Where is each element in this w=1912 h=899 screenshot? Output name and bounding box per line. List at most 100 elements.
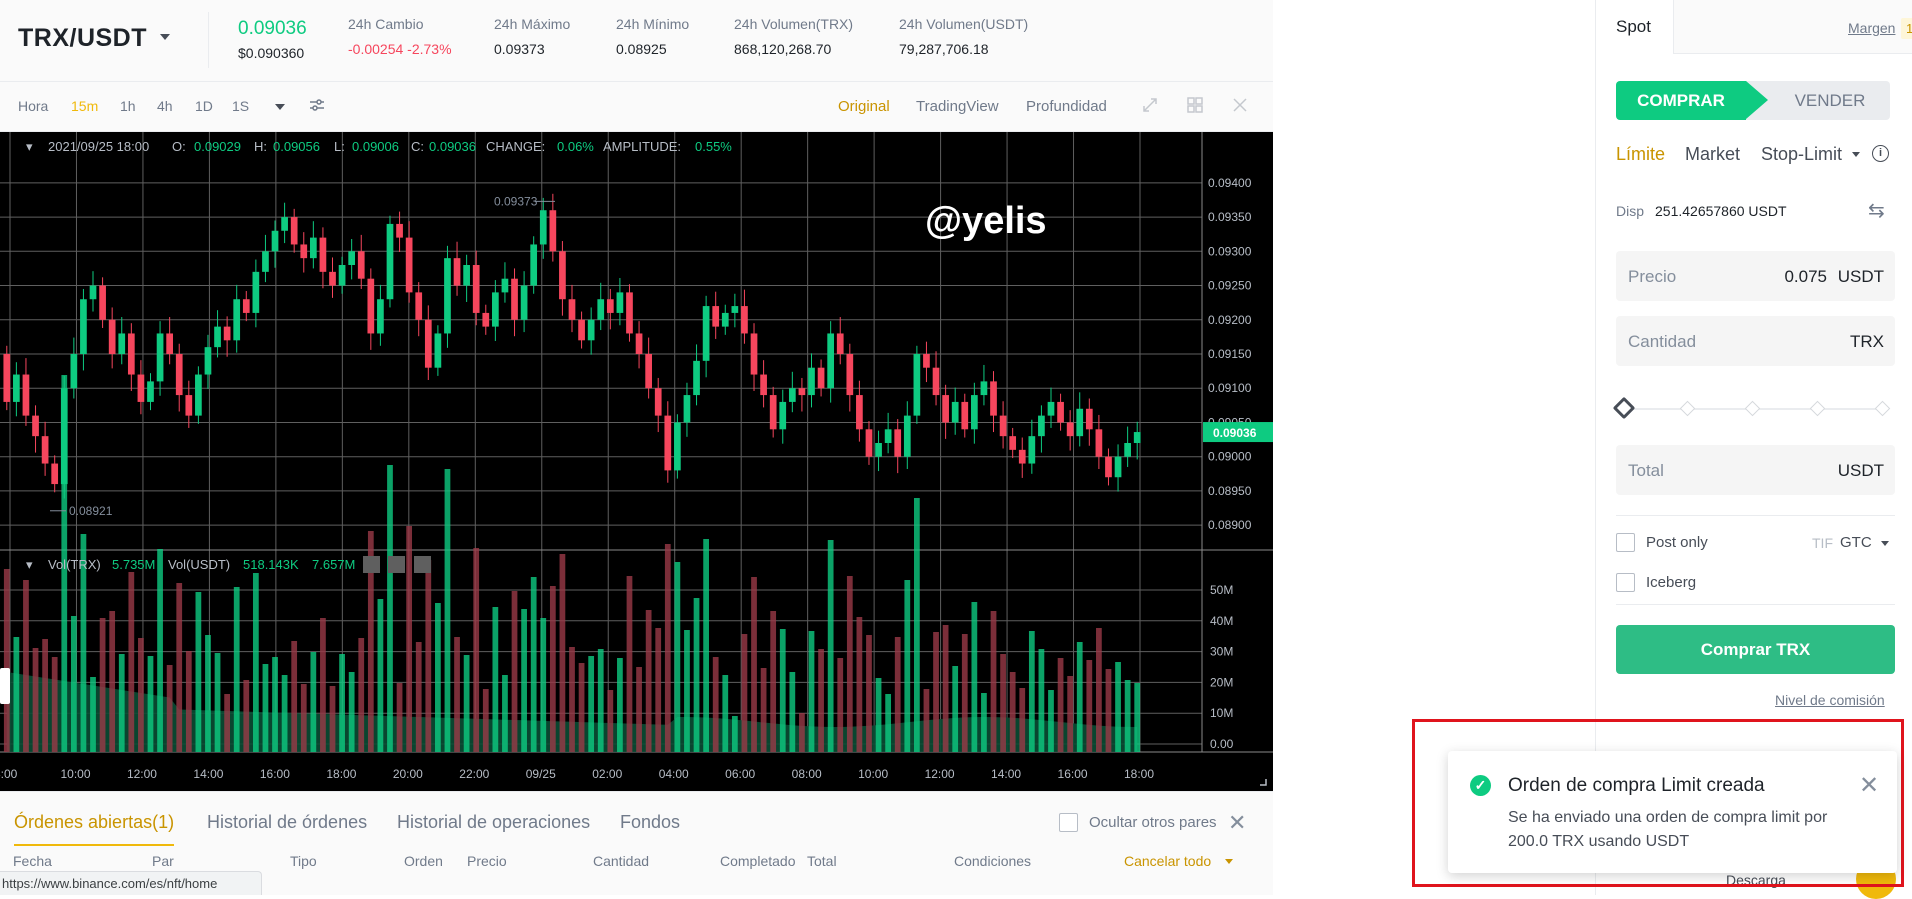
- column-header: Completado: [720, 853, 796, 869]
- volume-bar: [856, 617, 863, 752]
- more-intervals-icon[interactable]: [275, 104, 285, 110]
- volume-bar: [569, 647, 575, 752]
- candle-body: [166, 333, 173, 354]
- tab-spot[interactable]: Spot: [1596, 0, 1674, 54]
- volume-bar: [435, 603, 441, 752]
- volume-bar: [463, 655, 470, 752]
- price-unit: USDT: [1837, 267, 1884, 286]
- price-field[interactable]: Precio 0.075 USDT: [1616, 251, 1895, 301]
- order-type-stop-limit[interactable]: Stop-Limit: [1761, 144, 1842, 165]
- chevron-down-icon[interactable]: [160, 34, 170, 40]
- chevron-down-icon[interactable]: [1225, 859, 1233, 864]
- tab-order-history[interactable]: Historial de órdenes: [207, 812, 367, 833]
- candle-body: [539, 210, 547, 245]
- volume-bar: [885, 694, 892, 752]
- close-icon[interactable]: ✕: [1859, 771, 1879, 800]
- interval-1h[interactable]: 1h: [120, 98, 136, 114]
- close-icon[interactable]: ✕: [1228, 810, 1246, 836]
- tab-trade-history[interactable]: Historial de operaciones: [397, 812, 590, 833]
- candle-body: [856, 395, 863, 430]
- pair-selector[interactable]: TRX/USDT: [18, 24, 147, 53]
- candle-body: [1124, 443, 1131, 457]
- scroll-left-handle: [0, 668, 10, 704]
- trading-main: TRX/USDT 0.09036 $0.090360 24h Cambio -0…: [0, 0, 1273, 895]
- price-chart[interactable]: 0.09400 0.09350 0.09300 0.09250 0.09200 0.091…: [0, 132, 1273, 791]
- chevron-down-icon[interactable]: [1881, 541, 1889, 546]
- interval-4h[interactable]: 4h: [157, 98, 173, 114]
- buy-toggle-button[interactable]: COMPRAR: [1616, 81, 1746, 120]
- volume-tick-label: 0.00: [1210, 737, 1234, 751]
- tif-select[interactable]: GTC: [1840, 534, 1872, 551]
- quantity-field[interactable]: Cantidad TRX: [1616, 316, 1895, 366]
- info-icon[interactable]: i: [1872, 145, 1889, 162]
- slider-step-75[interactable]: [1809, 400, 1826, 417]
- view-original[interactable]: Original: [838, 98, 890, 115]
- tab-funds[interactable]: Fondos: [620, 812, 680, 833]
- indicator-settings-icon[interactable]: [306, 96, 328, 118]
- volume-bar: [684, 630, 690, 752]
- expand-icon[interactable]: [1139, 96, 1161, 118]
- grid-layout-icon[interactable]: [1184, 96, 1206, 118]
- hide-other-pairs-checkbox[interactable]: [1059, 813, 1078, 832]
- interval-hora[interactable]: Hora: [18, 98, 48, 114]
- view-tradingview[interactable]: TradingView: [916, 98, 999, 115]
- tab-margin[interactable]: Margen: [1848, 20, 1895, 36]
- interval-15m[interactable]: 15m: [71, 98, 98, 114]
- iceberg-checkbox[interactable]: [1616, 573, 1635, 592]
- interval-1s[interactable]: 1S: [232, 98, 249, 114]
- tab-bar-rest: Margen 10x ⋮: [1674, 0, 1912, 54]
- stat-value: 868,120,268.70: [734, 41, 832, 57]
- volume-bar: [789, 672, 796, 752]
- total-field[interactable]: Total USDT: [1616, 445, 1895, 495]
- candle-body: [606, 299, 614, 313]
- candle-body: [693, 360, 700, 396]
- order-type-market[interactable]: Market: [1685, 144, 1740, 165]
- candle-body: [233, 299, 241, 341]
- candle-body: [1057, 401, 1064, 423]
- buy-trx-button[interactable]: Comprar TRX: [1616, 625, 1895, 674]
- quantity-label: Cantidad: [1628, 332, 1697, 351]
- chevron-down-icon[interactable]: [1852, 152, 1860, 157]
- volume-bar: [185, 651, 192, 752]
- price-tick-label: 0.09250: [1208, 279, 1252, 293]
- ohlc-value: 0.09029: [194, 139, 241, 154]
- tab-open-orders[interactable]: Órdenes abiertas(1): [14, 812, 174, 833]
- post-only-checkbox[interactable]: [1616, 533, 1635, 552]
- stat-high: 24h Máximo 0.09373: [494, 16, 570, 57]
- volume-bar: [971, 602, 978, 752]
- slider-step-100[interactable]: [1874, 400, 1891, 417]
- hide-other-pairs-label[interactable]: Ocultar otros pares: [1089, 814, 1217, 831]
- candlestick-chart[interactable]: 0.09400 0.09350 0.09300 0.09250 0.09200 0.091…: [0, 132, 1273, 791]
- amount-slider-handle[interactable]: [1612, 396, 1636, 420]
- iceberg-label[interactable]: Iceberg: [1646, 574, 1696, 591]
- order-type-limit[interactable]: Límite: [1616, 144, 1665, 165]
- volume-bar: [808, 631, 815, 752]
- volume-bar: [406, 526, 413, 752]
- ticker-bar: TRX/USDT 0.09036 $0.090360 24h Cambio -0…: [0, 0, 1273, 82]
- volume-bar: [214, 653, 221, 752]
- ohlc-label: L:: [334, 139, 345, 154]
- volume-bar: [291, 641, 298, 752]
- volume-bar: [176, 583, 183, 752]
- post-only-label[interactable]: Post only: [1646, 534, 1708, 551]
- close-icon[interactable]: [1229, 96, 1251, 118]
- candle-body: [32, 415, 39, 437]
- slider-step-25[interactable]: [1679, 400, 1696, 417]
- candle-body: [386, 223, 394, 300]
- candle-body: [760, 374, 767, 396]
- candle-body: [1009, 436, 1017, 450]
- view-depth[interactable]: Profundidad: [1026, 98, 1107, 115]
- transfer-icon[interactable]: ⇆: [1868, 198, 1885, 223]
- volume-bar: [415, 642, 422, 752]
- volume-bar: [339, 654, 345, 752]
- slider-step-50[interactable]: [1744, 400, 1761, 417]
- time-tick-label: 06:00: [725, 767, 755, 781]
- volume-bar: [1000, 654, 1006, 752]
- column-header: Fecha: [13, 853, 52, 869]
- interval-1d[interactable]: 1D: [195, 98, 213, 114]
- price-input[interactable]: 0.075: [1784, 267, 1827, 287]
- volume-bar: [818, 649, 824, 752]
- fee-level-link[interactable]: Nivel de comisión: [1775, 692, 1885, 708]
- cancel-all-button[interactable]: Cancelar todo: [1124, 853, 1211, 869]
- low-marker-label: 0.08921: [69, 504, 113, 518]
